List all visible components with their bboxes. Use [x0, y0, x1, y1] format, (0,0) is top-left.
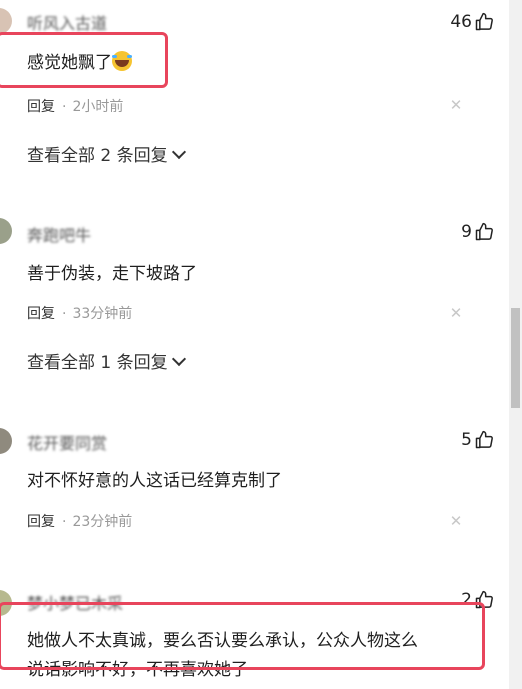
avatar[interactable]	[0, 218, 12, 244]
comment-meta: 回复 · 23分钟前	[27, 511, 132, 531]
comment-username[interactable]: 花开要同赏	[27, 430, 107, 454]
thumbs-up-icon[interactable]	[474, 12, 494, 32]
separator-dot: ·	[62, 99, 67, 115]
highlight-box	[0, 32, 168, 88]
like-count: 5	[461, 430, 472, 450]
scrollbar[interactable]	[509, 0, 522, 689]
comment-meta: 回复 · 33分钟前	[27, 303, 132, 323]
comment-time: 23分钟前	[72, 514, 133, 530]
close-icon[interactable]: ✕	[449, 514, 463, 529]
avatar[interactable]	[0, 8, 12, 34]
reply-button[interactable]: 回复	[27, 514, 55, 530]
reply-button[interactable]: 回复	[27, 99, 55, 115]
comment-time: 2小时前	[72, 99, 124, 115]
comment-text: 善于伪装，走下坡路了	[27, 264, 197, 284]
separator-dot: ·	[62, 306, 67, 322]
chevron-down-icon	[171, 351, 186, 367]
view-all-replies-label: 查看全部 2 条回复	[27, 146, 168, 166]
comment-time: 33分钟前	[72, 306, 133, 322]
separator-dot: ·	[62, 514, 67, 530]
comment-meta: 回复 · 2小时前	[27, 96, 123, 116]
view-all-replies-button[interactable]: 查看全部 2 条回复	[27, 141, 186, 166]
like-count: 9	[461, 222, 472, 242]
reply-button[interactable]: 回复	[27, 306, 55, 322]
scrollbar-thumb[interactable]	[511, 308, 520, 408]
comment-username[interactable]: 奔跑吧牛	[27, 222, 91, 246]
avatar[interactable]	[0, 428, 12, 454]
comment-username[interactable]: 听风入古道	[27, 10, 107, 34]
like-count: 46	[450, 12, 472, 32]
close-icon[interactable]: ✕	[449, 98, 463, 113]
thumbs-up-icon[interactable]	[474, 222, 494, 242]
view-all-replies-label: 查看全部 1 条回复	[27, 353, 168, 373]
highlight-box	[0, 602, 485, 670]
comment-text: 对不怀好意的人这话已经算克制了	[27, 471, 282, 491]
close-icon[interactable]: ✕	[449, 306, 463, 321]
chevron-down-icon	[171, 144, 186, 160]
view-all-replies-button[interactable]: 查看全部 1 条回复	[27, 348, 186, 373]
thumbs-up-icon[interactable]	[474, 430, 494, 450]
